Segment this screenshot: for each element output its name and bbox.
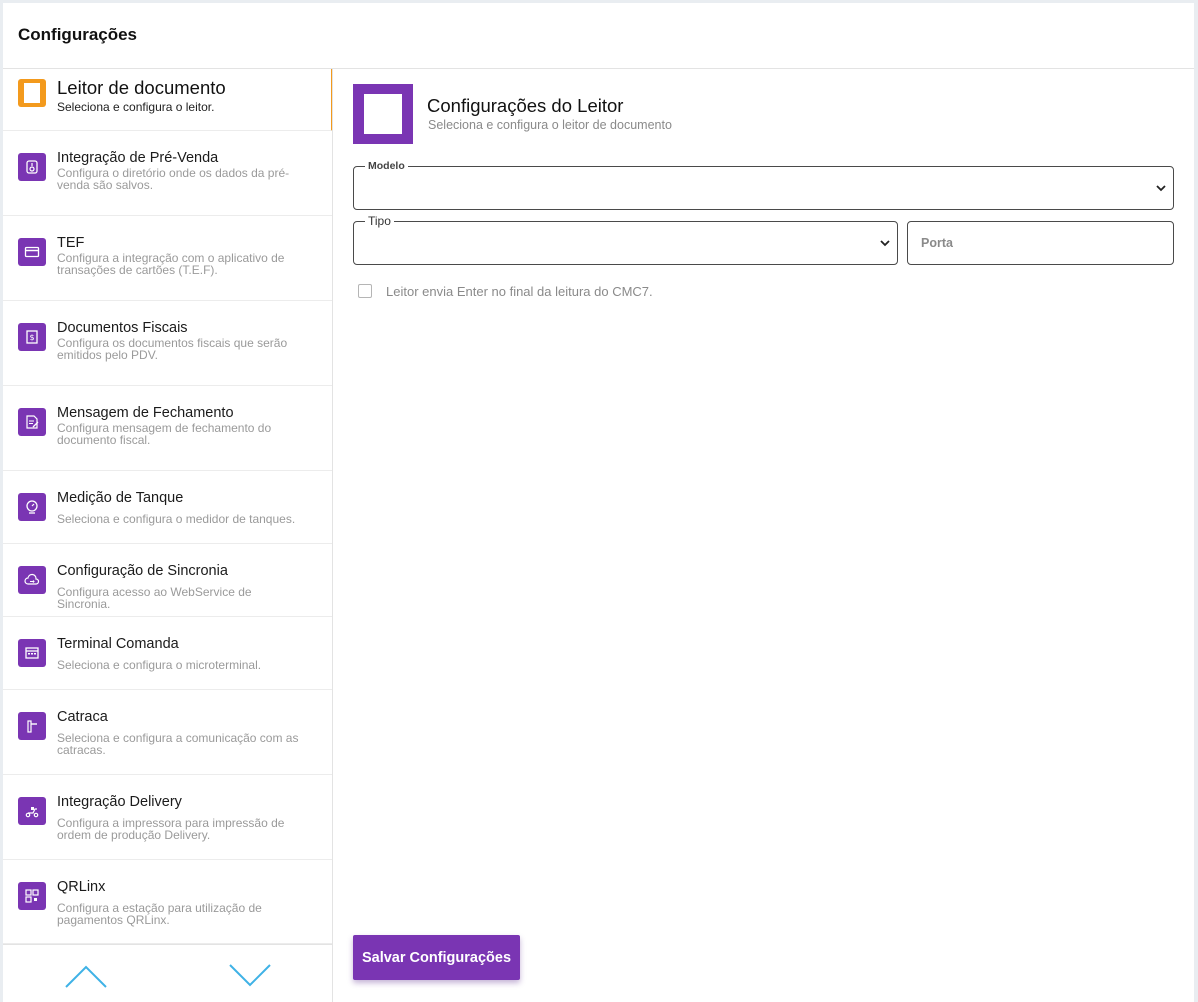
terminal-icon <box>18 639 46 667</box>
modelo-select[interactable] <box>354 167 1173 209</box>
save-button[interactable]: Salvar Configurações <box>353 935 520 980</box>
sidebar-item-sincronia[interactable]: Configuração de Sincronia Configura aces… <box>3 544 332 617</box>
section-title: Configurações do Leitor <box>427 95 624 116</box>
sidebar-item-desc: Configura a impressora para impressão de… <box>57 816 285 842</box>
page-title: Configurações <box>18 25 138 44</box>
tipo-select[interactable] <box>354 222 897 264</box>
sidebar-item-label: Mensagem de Fechamento <box>57 405 234 421</box>
chevron-down-icon[interactable] <box>228 963 272 989</box>
cloud-sync-icon <box>18 566 46 594</box>
sidebar-item-label: Documentos Fiscais <box>57 320 188 336</box>
sidebar-item-pre-venda[interactable]: Integração de Pré-Venda Configura o dire… <box>3 131 332 216</box>
sidebar-item-label: Leitor de documento <box>57 77 226 98</box>
qr-code-icon <box>18 882 46 910</box>
enter-cmc7-label: Leitor envia Enter no final da leitura d… <box>386 283 653 299</box>
main-panel: Configurações do Leitor Seleciona e conf… <box>334 69 1194 1002</box>
sidebar-item-desc: Configura a estação para utilização de p… <box>57 901 262 927</box>
delivery-scooter-icon <box>18 797 46 825</box>
sidebar-item-delivery[interactable]: Integração Delivery Configura a impresso… <box>3 775 332 860</box>
section-subtitle: Seleciona e configura o leitor de docume… <box>428 118 672 132</box>
sidebar-item-terminal-comanda[interactable]: Terminal Comanda Seleciona e configura o… <box>3 617 332 690</box>
porta-input[interactable] <box>908 222 1173 264</box>
sidebar-item-leitor-documento[interactable]: Leitor de documento Seleciona e configur… <box>3 69 332 131</box>
sidebar-item-label: Integração de Pré-Venda <box>57 150 219 166</box>
turnstile-icon <box>18 712 46 740</box>
sidebar-item-catraca[interactable]: Catraca Seleciona e configura a comunica… <box>3 690 332 775</box>
gauge-icon <box>18 493 46 521</box>
sidebar-item-mensagem-fechamento[interactable]: Mensagem de Fechamento Configura mensage… <box>3 386 332 471</box>
sidebar-item-label: Terminal Comanda <box>57 636 179 652</box>
modelo-field: Modelo <box>353 159 1174 210</box>
enter-cmc7-checkbox[interactable] <box>358 284 372 298</box>
credit-card-icon <box>18 238 46 266</box>
sidebar-item-desc: Seleciona e configura a comunicação com … <box>57 731 299 757</box>
sidebar-item-documentos-fiscais[interactable]: $ Documentos Fiscais Configura os docume… <box>3 301 332 386</box>
sidebar-item-label: TEF <box>57 235 85 251</box>
sidebar-item-desc: Configura acesso ao WebService de Sincro… <box>57 585 252 611</box>
message-edit-icon <box>18 408 46 436</box>
sidebar-item-label: Configuração de Sincronia <box>57 563 228 579</box>
sidebar-scroll-controls <box>3 944 332 1002</box>
sidebar-item-desc: Seleciona e configura o medidor de tanqu… <box>57 512 296 526</box>
settings-window: Configurações Leitor de documento Seleci… <box>3 3 1194 1002</box>
sidebar-item-desc: Seleciona e configura o leitor. <box>57 100 215 114</box>
sidebar-item-desc: Configura os documentos fiscais que serã… <box>57 336 288 362</box>
header: Configurações <box>3 3 1194 69</box>
sidebar-item-label: QRLinx <box>57 879 106 895</box>
sidebar-item-label: Medição de Tanque <box>57 490 184 506</box>
sidebar-item-desc: Seleciona e configura o microterminal. <box>57 658 262 672</box>
sidebar-item-label: Integração Delivery <box>57 794 182 810</box>
sidebar-item-tef[interactable]: TEF Configura a integração com o aplicat… <box>3 216 332 301</box>
porta-field <box>907 221 1174 265</box>
sidebar-item-desc: Configura o diretório onde os dados da p… <box>57 166 290 192</box>
enter-cmc7-option: Leitor envia Enter no final da leitura d… <box>358 283 653 299</box>
sidebar-item-medicao-tanque[interactable]: Medição de Tanque Seleciona e configura … <box>3 471 332 544</box>
svg-text:$: $ <box>29 333 34 342</box>
tipo-field: Tipo <box>353 214 898 265</box>
chevron-up-icon[interactable] <box>64 963 108 989</box>
fiscal-document-icon: $ <box>18 323 46 351</box>
document-reader-icon <box>353 84 413 144</box>
sidebar-item-desc: Configura mensagem de fechamento do docu… <box>57 421 272 447</box>
sidebar-item-desc: Configura a integração com o aplicativo … <box>57 251 285 277</box>
folder-integration-icon <box>18 153 46 181</box>
document-reader-icon <box>18 79 46 107</box>
sidebar-item-label: Catraca <box>57 709 108 725</box>
sidebar: Leitor de documento Seleciona e configur… <box>3 69 333 1002</box>
sidebar-item-qrlinx[interactable]: QRLinx Configura a estação para utilizaç… <box>3 860 332 944</box>
